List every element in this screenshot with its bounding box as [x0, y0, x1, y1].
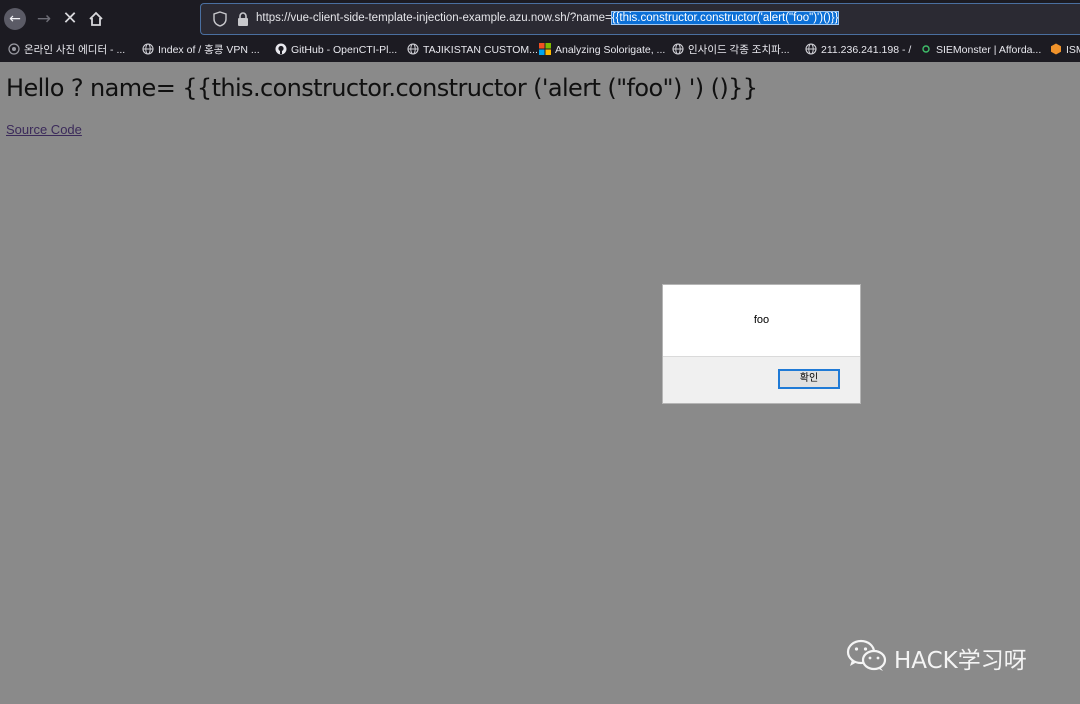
bookmark-item[interactable]: GitHub - OpenCTI-Pl...: [275, 42, 397, 58]
globe-icon: [672, 43, 684, 55]
bookmark-generic-icon: [8, 43, 20, 55]
page-content: Hello ? name= {{this.constructor.constru…: [0, 62, 1080, 704]
bookmark-item[interactable]: 온라인 사진 에디터 - ...: [8, 42, 125, 58]
bookmark-label: TAJIKISTAN CUSTOM...: [423, 44, 538, 56]
bookmark-label: SIEMonster | Afforda...: [936, 44, 1042, 56]
bookmark-item[interactable]: TAJIKISTAN CUSTOM...: [407, 42, 538, 58]
url-text[interactable]: https://vue-client-side-template-injecti…: [256, 11, 840, 25]
forward-arrow-icon[interactable]: →: [32, 7, 56, 31]
bookmark-item[interactable]: 211.236.241.198 - /: [805, 42, 911, 58]
hex-icon: [1051, 43, 1061, 55]
bookmark-label: Index of / 홍콩 VPN ...: [158, 44, 260, 56]
bookmark-label: GitHub - OpenCTI-Pl...: [291, 44, 398, 56]
bookmark-label: ISM: [1066, 44, 1080, 56]
home-icon[interactable]: [84, 7, 108, 31]
globe-icon: [805, 43, 817, 55]
alert-message: foo: [753, 314, 770, 326]
back-arrow-icon[interactable]: ←: [4, 8, 26, 30]
url-selected-text: {{this.constructor.constructor('alert("f…: [610, 11, 840, 25]
stop-icon[interactable]: ✕: [58, 7, 82, 31]
browser-toolbar: ← → ✕ https://vue-client-side-template-i…: [0, 0, 1080, 38]
wechat-icon: [846, 639, 887, 671]
bookmark-item[interactable]: Index of / 홍콩 VPN ...: [142, 42, 260, 58]
bookmark-label: Analyzing Solorigate, ...: [555, 44, 666, 56]
page-heading: Hello ? name= {{this.constructor.constru…: [6, 74, 758, 102]
bookmark-item[interactable]: SIEMonster | Afforda...: [920, 42, 1041, 58]
bookmark-label: 온라인 사진 에디터 - ...: [24, 44, 126, 56]
bookmark-item[interactable]: Analyzing Solorigate, ...: [539, 42, 665, 58]
globe-icon: [142, 43, 154, 55]
bookmark-item[interactable]: 인사이드 각종 조치파...: [672, 42, 790, 58]
bookmark-label: 211.236.241.198 - /: [821, 44, 912, 56]
url-prefix: https://vue-client-side-template-injecti…: [256, 12, 612, 24]
globe-icon: [407, 43, 419, 55]
watermark-text: HACK学习呀: [894, 648, 1027, 674]
shield-icon[interactable]: [213, 11, 227, 27]
bookmarks-bar: 온라인 사진 에디터 - ... Index of / 홍콩 VPN ... G…: [0, 38, 1080, 62]
alert-body: foo: [663, 285, 860, 357]
bookmark-item[interactable]: ISM: [1050, 42, 1080, 58]
lock-icon[interactable]: [237, 12, 249, 26]
source-code-link[interactable]: Source Code: [6, 122, 82, 137]
bookmark-label: 인사이드 각종 조치파...: [688, 44, 790, 56]
github-icon: [275, 43, 287, 55]
alert-dialog: foo 확인: [662, 284, 861, 404]
alert-ok-button[interactable]: 확인: [778, 369, 840, 389]
siemonster-icon: [922, 45, 930, 53]
address-bar[interactable]: https://vue-client-side-template-injecti…: [200, 3, 1080, 35]
microsoft-icon: [539, 43, 551, 55]
